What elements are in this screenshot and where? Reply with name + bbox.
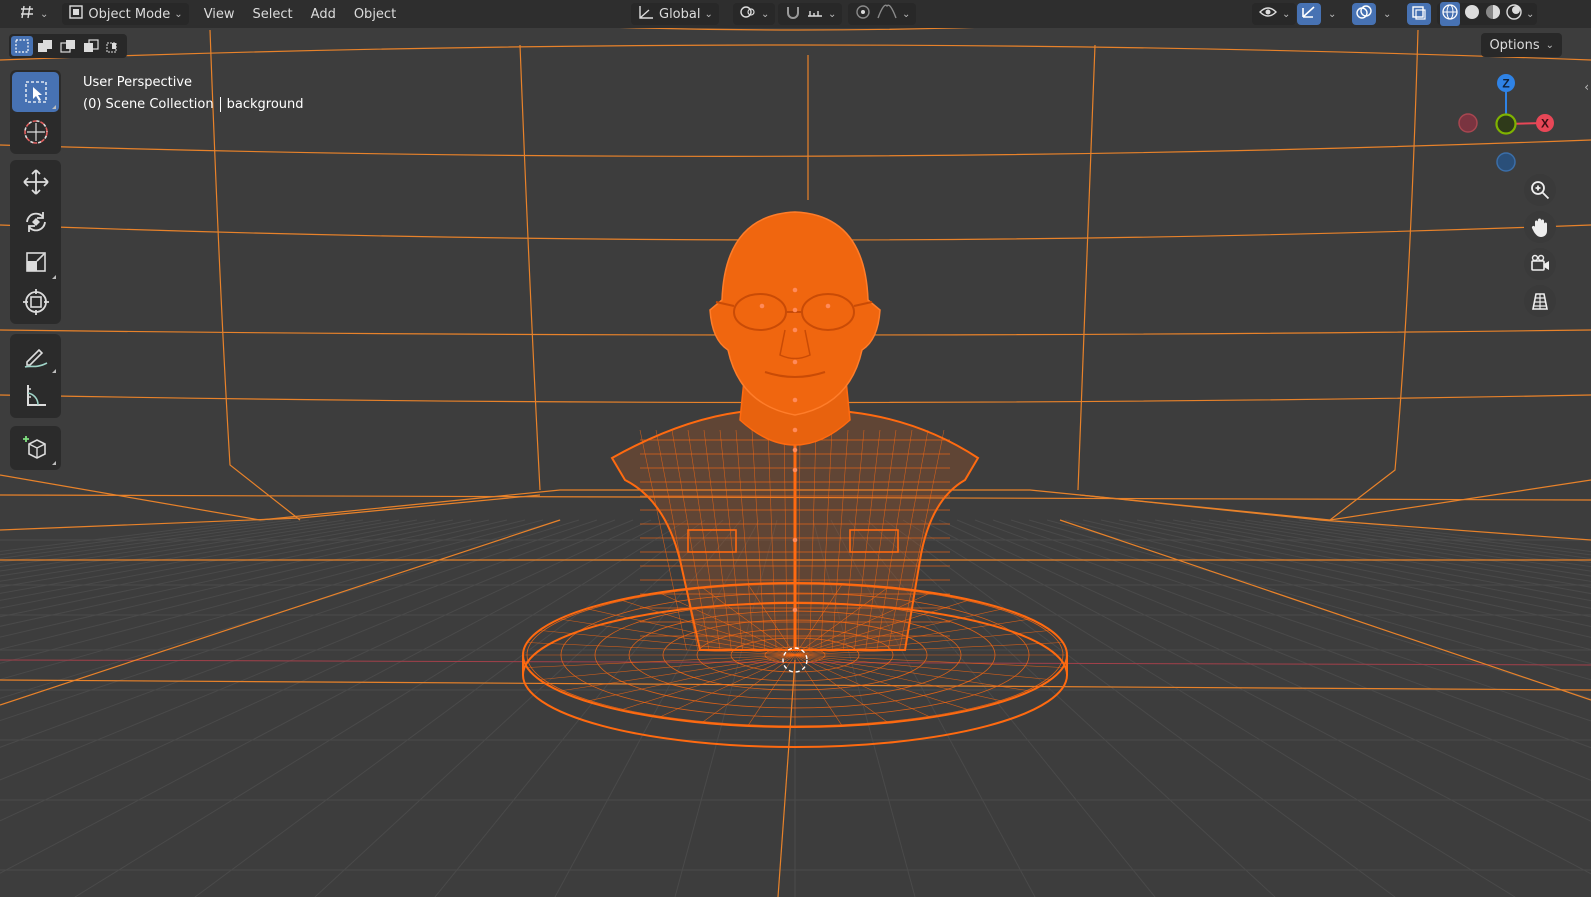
menu-object[interactable]: Object [345, 7, 405, 22]
toolbar-group-select [10, 70, 61, 154]
ortho-grid-icon[interactable] [1524, 285, 1556, 317]
toolbar-group-transform [10, 160, 61, 324]
chevron-down-icon: ⌄ [704, 8, 713, 20]
options-dropdown[interactable]: Options ⌄ [1481, 33, 1562, 57]
view-name: User Perspective [83, 75, 193, 90]
annotate-icon[interactable] [12, 336, 59, 376]
measure-icon[interactable] [12, 376, 59, 416]
gizmo-toggle-icon [1300, 4, 1318, 24]
select-box-icon[interactable] [12, 72, 59, 112]
pivot-point-icon [739, 4, 757, 24]
proportional-edit-icon [854, 4, 872, 24]
sidebar-collapse-icon[interactable]: ‹ [1584, 80, 1589, 94]
editor-type-button[interactable]: ⌄ [12, 3, 54, 25]
visibility-eye-icon [1258, 4, 1278, 24]
camera-view-icon[interactable] [1524, 248, 1556, 280]
falloff-curve-icon [876, 4, 898, 24]
rotate-icon[interactable] [12, 202, 59, 242]
select-intersect-icon[interactable] [103, 36, 125, 56]
mode-selector[interactable]: Object Mode ⌄ [62, 3, 189, 25]
wireframe-shading-icon[interactable] [1440, 2, 1460, 26]
visibility-selector[interactable]: ⌄ [1252, 3, 1297, 25]
orientation-label: Global [659, 6, 701, 22]
active-object-name: background [226, 97, 304, 112]
select-subtract-icon[interactable] [57, 36, 79, 56]
neg-z-axis-handle [1496, 152, 1516, 172]
viewport-header: ⌄ Object Mode ⌄ View Select Add Object G… [0, 0, 1591, 28]
menu-select[interactable]: Select [244, 7, 302, 22]
toolbar-group-annotate [10, 334, 61, 418]
collection-name: (0) Scene Collection [83, 97, 214, 112]
3d-viewport[interactable] [0, 0, 1591, 897]
pivot-point-selector[interactable]: ⌄ [733, 3, 776, 25]
shading-dropdown-chevron[interactable]: ⌄ [1526, 9, 1534, 20]
y-axis-handle [1495, 113, 1517, 135]
overlays-dropdown-chevron[interactable]: ⌄ [1383, 9, 1391, 20]
chevron-down-icon: ⌄ [761, 8, 770, 20]
overlays-toggle-button[interactable] [1352, 3, 1376, 25]
navigation-gizmo[interactable]: Z X [1455, 70, 1565, 180]
shading-mode-group: ⌄ [1437, 2, 1538, 26]
select-mode-group [9, 34, 127, 58]
menu-view[interactable]: View [195, 7, 244, 22]
rendered-shading-icon[interactable] [1505, 3, 1523, 25]
options-label: Options [1489, 37, 1540, 53]
z-axis-label: Z [1502, 77, 1509, 91]
select-extend-icon[interactable] [34, 36, 56, 56]
chevron-down-icon: ⌄ [902, 8, 911, 20]
neg-x-axis-handle [1458, 113, 1478, 133]
zoom-icon[interactable] [1524, 174, 1556, 206]
menu-add[interactable]: Add [302, 7, 345, 22]
transform-orientation-selector[interactable]: Global ⌄ [631, 3, 719, 25]
add-cube-icon[interactable] [12, 428, 59, 468]
select-new-icon[interactable] [11, 36, 33, 56]
gizmo-toggle-button[interactable] [1297, 3, 1321, 25]
cursor-icon[interactable] [12, 112, 59, 152]
proportional-edit-toggle[interactable]: ⌄ [848, 3, 917, 25]
select-invert-icon[interactable] [80, 36, 102, 56]
xray-toggle-button[interactable] [1407, 3, 1431, 25]
mode-label: Object Mode [88, 6, 171, 22]
move-icon[interactable] [12, 162, 59, 202]
xray-toggle-icon [1410, 4, 1428, 24]
overlays-icon [1355, 4, 1373, 24]
chevron-down-icon: ⌄ [1545, 39, 1554, 51]
scene-canvas[interactable] [0, 0, 1591, 897]
snap-toggle[interactable]: ⌄ [778, 3, 843, 25]
chevron-down-icon: ⌄ [828, 8, 837, 20]
transform-icon[interactable] [12, 282, 59, 322]
scale-icon[interactable] [12, 242, 59, 282]
gizmo-dropdown-chevron[interactable]: ⌄ [1328, 9, 1336, 20]
solid-shading-icon[interactable] [1463, 3, 1481, 25]
toolbar-group-add [10, 426, 61, 470]
object-mode-icon [68, 4, 84, 24]
chevron-down-icon: ⌄ [1282, 8, 1291, 20]
separator [219, 97, 221, 112]
chevron-down-icon: ⌄ [40, 8, 49, 20]
orientation-axes-icon [637, 4, 655, 24]
pan-hand-icon[interactable] [1524, 211, 1556, 243]
chevron-down-icon: ⌄ [174, 8, 183, 20]
viewport-info: User Perspective (0) Scene Collection bac… [83, 72, 304, 116]
viewport-editor-icon [18, 4, 36, 24]
snap-increment-icon [806, 4, 824, 24]
material-shading-icon[interactable] [1484, 3, 1502, 25]
x-axis-label: X [1541, 117, 1549, 131]
snap-magnet-icon [784, 4, 802, 24]
scene-info: (0) Scene Collection background [83, 94, 304, 116]
